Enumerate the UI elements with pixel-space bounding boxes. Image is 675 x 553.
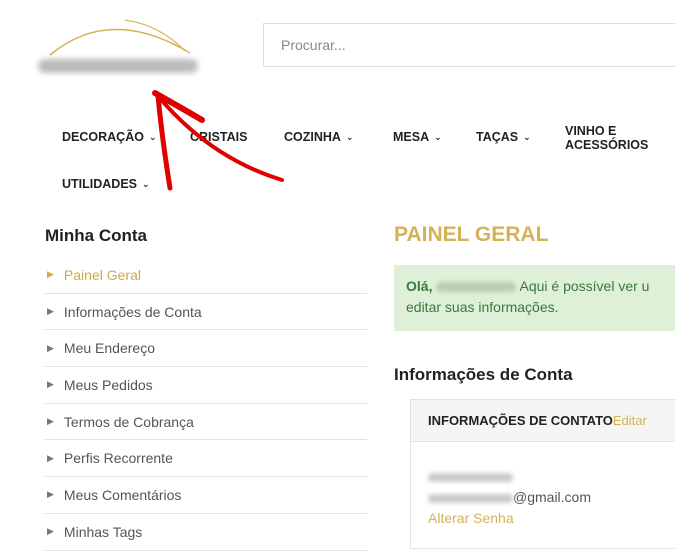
caret-right-icon: ▶ [47, 379, 54, 390]
caret-right-icon: ▶ [47, 269, 54, 280]
sidebar-menu: ▶ Painel Geral ▶ Informações de Conta ▶ Meu… [45, 257, 367, 551]
logo[interactable] [30, 15, 205, 85]
annotation-arrow-icon [152, 90, 284, 191]
sidebar-item-tags[interactable]: ▶ Minhas Tags [45, 514, 367, 551]
caret-right-icon: ▶ [47, 342, 54, 353]
sidebar-item-cobranca[interactable]: ▶ Termos de Cobrança [45, 404, 367, 441]
sidebar-item-label: Termos de Cobrança [63, 413, 194, 430]
nav-label: VINHO E ACESSÓRIOS [565, 124, 649, 152]
alert-text-2: editar suas informações. [406, 299, 559, 315]
search-input[interactable] [263, 23, 675, 67]
caret-right-icon: ▶ [47, 452, 54, 463]
sidebar-item-endereco[interactable]: ▶ Meu Endereço [45, 330, 367, 368]
sidebar-item-label: Minhas Tags [63, 523, 143, 540]
nav-label: UTILIDADES [62, 177, 137, 191]
nav-label: DECORAÇÃO [62, 130, 144, 144]
sidebar-item-label: Meus Comentários [63, 486, 182, 503]
redacted-name [428, 472, 513, 482]
greeting: Olá, [406, 278, 433, 294]
nav-label: TAÇAS [476, 130, 519, 144]
redacted-name [436, 282, 517, 293]
contact-header: INFORMAÇÕES DE CONTATO [428, 413, 613, 428]
page-title: PAINEL GERAL [394, 223, 549, 246]
chevron-down-icon: ⌄ [434, 131, 442, 142]
sidebar-item-label: Painel Geral [63, 266, 141, 283]
caret-right-icon: ▶ [47, 489, 54, 500]
sidebar-item-perfis[interactable]: ▶ Perfis Recorrente [45, 440, 367, 478]
sidebar-item-label: Meus Pedidos [63, 376, 153, 393]
nav-utilidades[interactable]: UTILIDADES ⌄ [62, 177, 150, 191]
sidebar-item-painel-geral[interactable]: ▶ Painel Geral [45, 257, 367, 294]
caret-right-icon: ▶ [47, 306, 54, 317]
sidebar-item-label: Informações de Conta [63, 303, 202, 320]
nav-tacas[interactable]: TAÇAS ⌄ [476, 130, 531, 144]
sidebar-item-pedidos[interactable]: ▶ Meus Pedidos [45, 367, 367, 404]
nav-vinho[interactable]: VINHO E ACESSÓRIOS [565, 124, 670, 152]
nav-label: MESA [393, 130, 430, 144]
sidebar-item-label: Meu Endereço [63, 340, 155, 357]
alert-text: Aqui é possível ver u [519, 278, 650, 294]
sidebar-item-informacoes-conta[interactable]: ▶ Informações de Conta [45, 294, 367, 331]
caret-right-icon: ▶ [47, 526, 54, 537]
caret-right-icon: ▶ [47, 416, 54, 427]
email-suffix: @gmail.com [513, 489, 592, 505]
chevron-down-icon: ⌄ [523, 131, 531, 142]
sidebar-item-comentarios[interactable]: ▶ Meus Comentários [45, 477, 367, 514]
section-title: Informações de Conta [394, 365, 573, 384]
chevron-down-icon: ⌄ [345, 131, 354, 142]
edit-link[interactable]: Editar [613, 413, 647, 428]
redacted-email [428, 493, 513, 503]
nav-mesa[interactable]: MESA ⌄ [393, 130, 442, 144]
sidebar-title: Minha Conta [45, 226, 147, 245]
sidebar-item-label: Perfis Recorrente [63, 450, 173, 467]
change-password-link[interactable]: Alterar Senha [428, 508, 658, 529]
contact-info-box: INFORMAÇÕES DE CONTATO Editar @gmail.com … [410, 399, 675, 549]
welcome-alert: Olá, Aqui é possível ver u editar suas i… [394, 265, 675, 331]
